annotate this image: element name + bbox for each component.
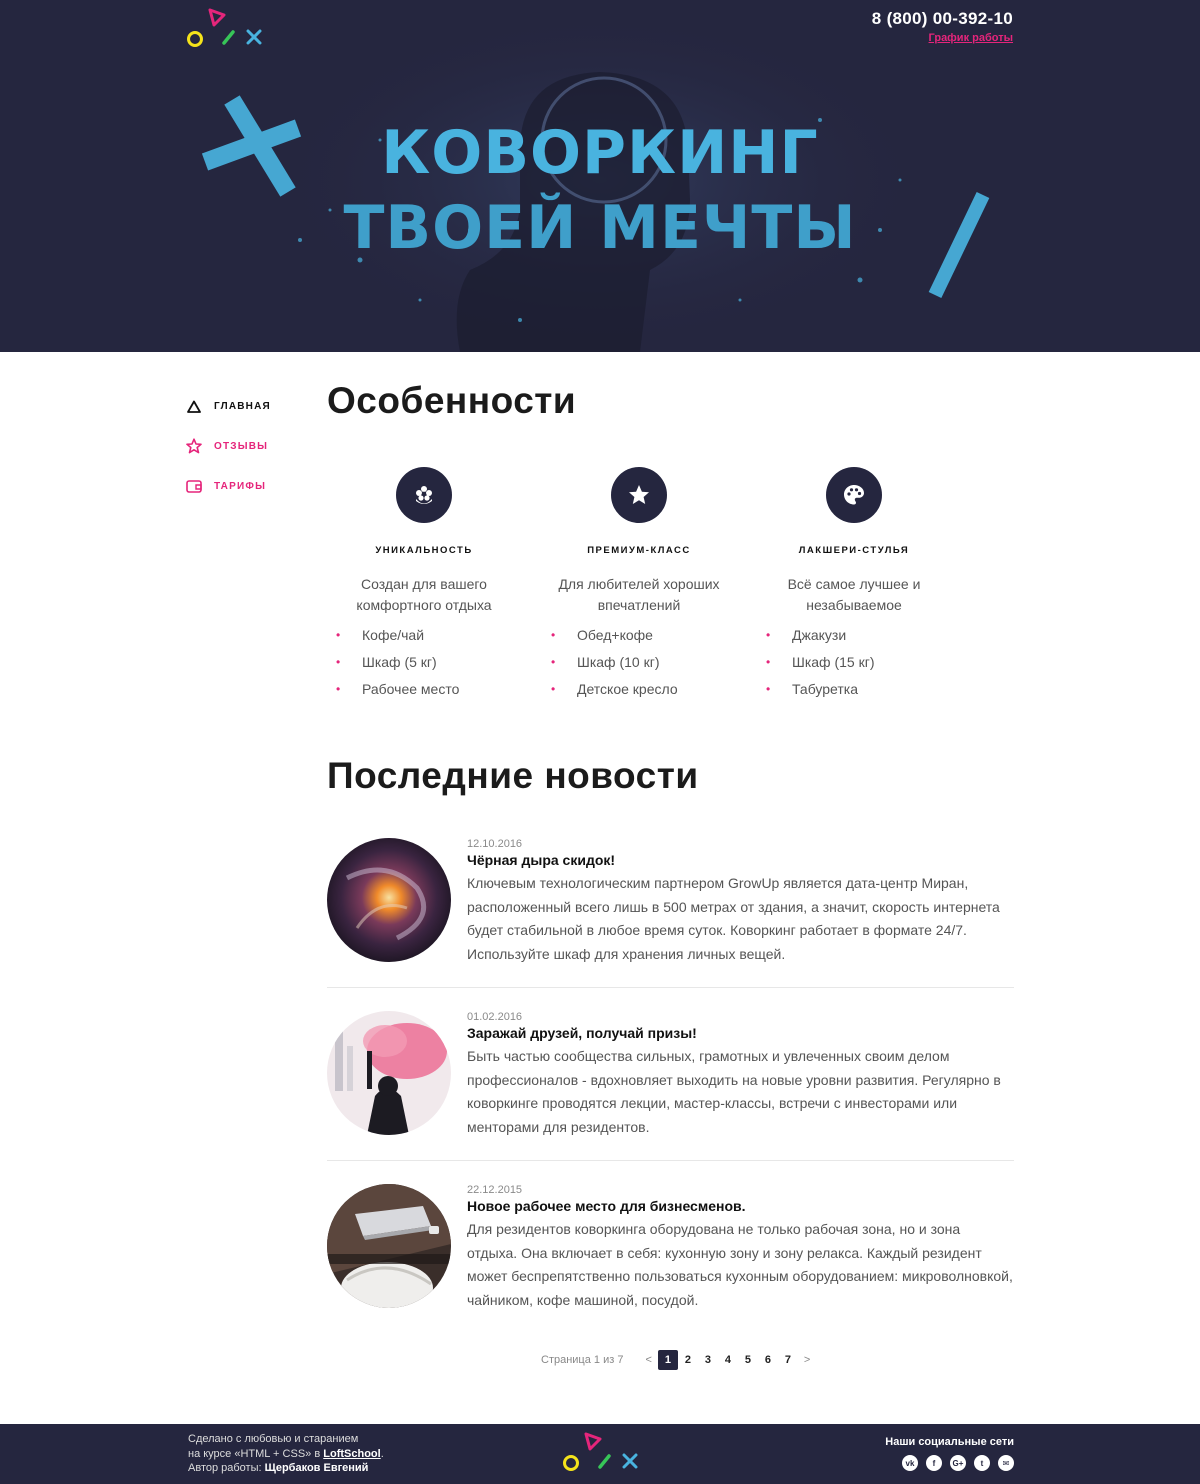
schedule-link[interactable]: График работы [929, 32, 1013, 44]
social-links: vk f G+ t ✉ [902, 1455, 1014, 1471]
pagination-page-3[interactable]: 3 [698, 1350, 718, 1370]
phone-number[interactable]: 8 (800) 00-392-10 [872, 9, 1013, 29]
feature-name: Премиум-класс [587, 545, 691, 556]
sidebar-item-label: Отзывы [214, 440, 269, 452]
feature-description: Для любителей хороших впечатлений [558, 576, 720, 613]
news-text: Для резидентов коворкинга оборудована не… [467, 1221, 1013, 1308]
footer-line3: Автор работы: Щербаков Евгений [188, 1461, 384, 1476]
news-date: 01.02.2016 [467, 1011, 523, 1023]
news-divider [327, 1160, 1014, 1161]
hero-title-line1: Коворкинг [381, 118, 819, 188]
feature-name: Уникальность [375, 545, 473, 556]
star-icon [611, 467, 667, 523]
feature-list: Джакузи Шкаф (15 кг) Табуретка [744, 622, 964, 703]
footer-author-label: Автор работы: [188, 1462, 262, 1474]
feature-card: Уникальность Создан для вашего комфортно… [314, 467, 534, 703]
sidebar-item-tariffs[interactable]: Тарифы [186, 466, 316, 506]
header: 8 (800) 00-392-10 График работы Коворкин… [0, 0, 1200, 352]
news-body: 22.12.2015 Новое рабочее место для бизне… [467, 1184, 1014, 1312]
pagination-page-1[interactable]: 1 [657, 1350, 678, 1370]
news-heading: Последние новости [327, 755, 699, 796]
pagination-page-2[interactable]: 2 [678, 1350, 698, 1370]
twitter-icon[interactable]: t [974, 1455, 990, 1471]
pagination-page-7[interactable]: 7 [778, 1350, 798, 1370]
social-title: Наши социальные сети [885, 1436, 1014, 1448]
feature-card: Лакшери-стулья Всё самое лучшее и незабы… [744, 467, 964, 703]
feature-list-item: Шкаф (15 кг) [766, 649, 964, 676]
news-image-smoke-flare[interactable] [327, 1011, 451, 1135]
google-plus-icon[interactable]: G+ [950, 1455, 966, 1471]
pagination-page-5[interactable]: 5 [738, 1350, 758, 1370]
news-text: Быть частью сообщества сильных, грамотны… [467, 1048, 1001, 1135]
footer-line2-prefix: на курсе «HTML + CSS» в [188, 1447, 321, 1460]
palette-icon [826, 467, 882, 523]
pagination-next-button[interactable]: > [804, 1354, 810, 1366]
news-title[interactable]: Чёрная дыра скидок! [467, 852, 1014, 868]
facebook-icon[interactable]: f [926, 1455, 942, 1471]
feature-description: Создан для вашего комфортного отдыха [356, 576, 492, 613]
sidebar-item-label: Тарифы [214, 480, 267, 492]
footer-line1: Сделано с любовью и старанием [188, 1433, 359, 1445]
star-icon [186, 438, 202, 454]
news-image-black-hole[interactable] [327, 838, 451, 962]
news-title[interactable]: Заражай друзей, получай призы! [467, 1025, 1014, 1041]
news-divider [327, 987, 1014, 988]
news-body: 01.02.2016 Заражай друзей, получай призы… [467, 1011, 1014, 1139]
footer-credits: Сделано с любовью и старанием на курсе «… [188, 1432, 384, 1476]
flower-icon [396, 467, 452, 523]
pagination-prev-button[interactable]: < [645, 1354, 651, 1366]
wallet-icon [186, 478, 202, 494]
vk-icon[interactable]: vk [902, 1455, 918, 1471]
news-body: 12.10.2016 Чёрная дыра скидок! Ключевым … [467, 838, 1014, 966]
news-title[interactable]: Новое рабочее место для бизнесменов. [467, 1198, 1014, 1214]
news-text: Ключевым технологическим партнером GrowU… [467, 875, 1000, 962]
sidebar-item-label: Главная [214, 400, 271, 412]
feature-card: Премиум-класс Для любителей хороших впеч… [529, 467, 749, 703]
feature-list-item: Кофе/чай [336, 622, 534, 649]
loftschool-link[interactable]: LoftSchool [323, 1448, 380, 1460]
feature-list-item: Шкаф (10 кг) [551, 649, 749, 676]
feature-description: Всё самое лучшее и незабываемое [787, 576, 921, 613]
mail-icon[interactable]: ✉ [998, 1455, 1014, 1471]
pagination-info: Страница 1 из 7 [541, 1354, 624, 1366]
sidebar-item-home[interactable]: Главная [186, 386, 316, 426]
pagination-page-4[interactable]: 4 [718, 1350, 738, 1370]
feature-name: Лакшери-стулья [798, 545, 910, 556]
pagination: Страница 1 из 7 < 1 2 3 4 5 6 7 > [541, 1350, 816, 1370]
feature-list: Обед+кофе Шкаф (10 кг) Детское кресло [529, 622, 749, 703]
news-image-workplace[interactable] [327, 1184, 451, 1308]
feature-list-item: Джакузи [766, 622, 964, 649]
hero-title-line2: твоей мечты [343, 193, 857, 263]
footer-line2: на курсе «HTML + CSS» в LoftSchool. [188, 1447, 384, 1462]
feature-list-item: Обед+кофе [551, 622, 749, 649]
feature-list-item: Табуретка [766, 676, 964, 703]
feature-list: Кофе/чай Шкаф (5 кг) Рабочее место [314, 622, 534, 703]
feature-list-item: Детское кресло [551, 676, 749, 703]
footer: Сделано с любовью и старанием на курсе «… [0, 1424, 1200, 1484]
logo[interactable] [186, 8, 266, 50]
sidebar-nav: Главная Отзывы Тарифы [186, 386, 316, 506]
features-heading: Особенности [327, 380, 577, 421]
pagination-page-6[interactable]: 6 [758, 1350, 778, 1370]
footer-logo[interactable] [562, 1432, 642, 1474]
triangle-icon [186, 398, 202, 414]
news-date: 22.12.2015 [467, 1184, 523, 1196]
news-date: 12.10.2016 [467, 838, 523, 850]
footer-line2-suffix: . [380, 1447, 384, 1460]
sidebar-item-reviews[interactable]: Отзывы [186, 426, 316, 466]
feature-list-item: Шкаф (5 кг) [336, 649, 534, 676]
footer-author-name: Щербаков Евгений [264, 1462, 369, 1474]
feature-list-item: Рабочее место [336, 676, 534, 703]
